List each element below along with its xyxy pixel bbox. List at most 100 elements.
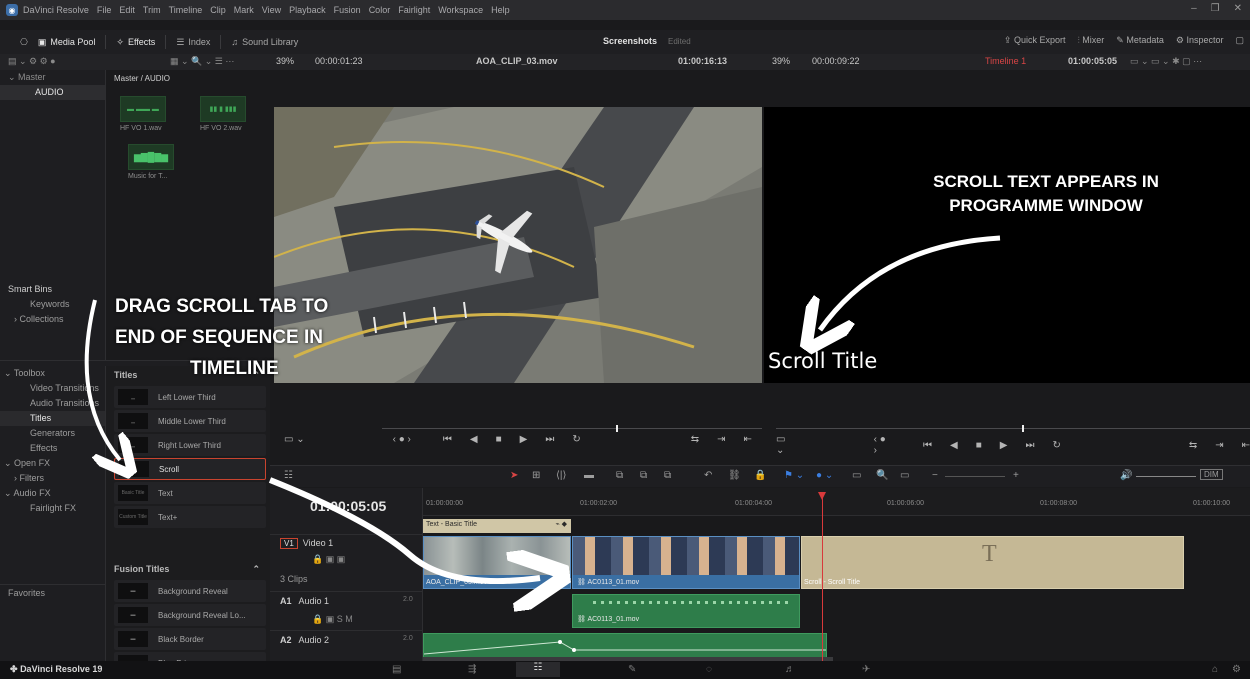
- dim-button[interactable]: DIM: [1200, 469, 1223, 480]
- toolbox-audio-transitions[interactable]: Audio Transitions: [0, 396, 105, 411]
- flag-icon[interactable]: ⚑ ⌄: [784, 470, 804, 481]
- playhead-marker[interactable]: [818, 492, 826, 500]
- open-fx-filters[interactable]: › Filters: [0, 471, 105, 486]
- media-pool-button[interactable]: ▣ Media Pool: [38, 37, 96, 48]
- effects-button[interactable]: ✧ Effects: [116, 37, 155, 48]
- loop-icon[interactable]: ↻: [1052, 440, 1060, 451]
- menu-mark[interactable]: Mark: [234, 5, 254, 15]
- play-icon[interactable]: ▶: [1000, 440, 1008, 451]
- video-clip-ac0113[interactable]: ⛓ AC0113_01.mov: [572, 536, 800, 589]
- blade-tool-icon[interactable]: ▬: [584, 470, 594, 481]
- title-left-lower-third[interactable]: ▁ Left Lower Third: [114, 386, 266, 408]
- audio-clip-music[interactable]: ▆▇█▇▆ Music for T...: [128, 144, 174, 180]
- viewer-mode-icon[interactable]: ▭ ⌄: [284, 434, 305, 445]
- jog-icon[interactable]: ‹ ● ›: [874, 434, 891, 456]
- a1-badge[interactable]: A1: [280, 596, 292, 606]
- open-fx-header[interactable]: ⌄ Open FX: [0, 456, 105, 471]
- fusion-background-reveal-lower[interactable]: ▬ Background Reveal Lo...: [114, 604, 266, 626]
- toolbox-effects[interactable]: Effects: [0, 441, 105, 456]
- v1-track-controls[interactable]: 🔒 ▣ ▣: [312, 554, 345, 565]
- v1-badge[interactable]: V1: [280, 538, 298, 549]
- match-frame-icon[interactable]: ⇆: [691, 434, 699, 445]
- timeline-ruler[interactable]: 01:00:00:00 01:00:02:00 01:00:04:00 01:0…: [423, 488, 1250, 516]
- go-to-start-icon[interactable]: ⏮: [923, 440, 932, 451]
- layout-icon[interactable]: ⎔: [20, 37, 28, 48]
- source-scrub-head[interactable]: [616, 425, 618, 432]
- play-reverse-icon[interactable]: ◀: [950, 440, 958, 451]
- timeline-view-options-icon[interactable]: ☷: [284, 470, 293, 481]
- settings-icon[interactable]: ⚙: [1232, 664, 1241, 675]
- speaker-icon[interactable]: 🔊: [1120, 470, 1132, 481]
- sound-library-button[interactable]: ♫ Sound Library: [231, 37, 298, 47]
- title-text[interactable]: Basic Title Text: [114, 482, 266, 504]
- source-scrubber[interactable]: [382, 425, 762, 432]
- zoom-custom-icon[interactable]: ▭: [900, 470, 909, 481]
- title-middle-lower-third[interactable]: ▁ Middle Lower Third: [114, 410, 266, 432]
- loop-icon[interactable]: ↻: [572, 434, 580, 445]
- deliver-page-icon[interactable]: ✈: [862, 664, 870, 675]
- match-frame-icon[interactable]: ⇆: [1189, 440, 1197, 451]
- audio-clip-hf-vo-2[interactable]: ▮▮ ▮ ▮▮▮ HF VO 2.wav: [200, 96, 246, 132]
- zoom-out-icon[interactable]: −: [932, 470, 938, 481]
- program-scrub-head[interactable]: [1022, 425, 1024, 432]
- menu-timeline[interactable]: Timeline: [169, 5, 203, 15]
- edit-page-icon[interactable]: ☷: [516, 662, 560, 677]
- go-to-end-icon[interactable]: ⏭: [545, 434, 554, 445]
- cut-page-icon[interactable]: ⇶: [468, 664, 476, 675]
- menu-app[interactable]: DaVinci Resolve: [23, 5, 89, 15]
- mark-out-icon[interactable]: ⇤: [744, 434, 752, 445]
- fusion-background-reveal[interactable]: ▬ Background Reveal: [114, 580, 266, 602]
- overwrite-clip-icon[interactable]: ⧉: [640, 470, 647, 481]
- fusion-page-icon[interactable]: ✎: [628, 664, 636, 675]
- mark-out-icon[interactable]: ⇤: [1242, 440, 1250, 451]
- toolbox-header[interactable]: ⌄ Toolbox: [0, 366, 105, 381]
- menu-clip[interactable]: Clip: [210, 5, 226, 15]
- minimize-icon[interactable]: –: [1191, 3, 1197, 14]
- zoom-in-icon[interactable]: +: [1013, 470, 1019, 481]
- media-page-icon[interactable]: ▤: [392, 664, 401, 675]
- quick-export-button[interactable]: ⇪ Quick Export: [1004, 35, 1066, 46]
- sidebar-master[interactable]: ⌄ Master: [0, 70, 105, 85]
- inspector-button[interactable]: ⚙ Inspector: [1176, 35, 1224, 46]
- mark-in-icon[interactable]: ⇥: [1215, 440, 1223, 451]
- play-reverse-icon[interactable]: ◀: [470, 434, 478, 445]
- mark-in-icon[interactable]: ⇥: [717, 434, 725, 445]
- jog-icon[interactable]: ‹ ● ›: [393, 434, 411, 445]
- program-zoom[interactable]: 39%: [772, 56, 790, 66]
- volume-slider[interactable]: [1136, 476, 1196, 477]
- maximize-icon[interactable]: ❐: [1211, 3, 1220, 14]
- program-viewer-frame[interactable]: Scroll Title: [764, 107, 1250, 383]
- source-zoom[interactable]: 39%: [276, 56, 294, 66]
- menu-file[interactable]: File: [97, 5, 112, 15]
- menu-trim[interactable]: Trim: [143, 5, 161, 15]
- replace-clip-icon[interactable]: ⧉: [664, 470, 671, 481]
- view-options-icon[interactable]: ▤ ⌄ ⚙ ⚙ ●: [8, 56, 56, 67]
- fairlight-page-icon[interactable]: ♬: [785, 664, 795, 675]
- source-clip-name[interactable]: AOA_CLIP_03.mov: [476, 56, 558, 66]
- snapping-icon[interactable]: ↶: [704, 470, 712, 481]
- toolbox-video-transitions[interactable]: Video Transitions: [0, 381, 105, 396]
- program-scrubber[interactable]: [776, 425, 1250, 432]
- panel-toggle-icon[interactable]: ▢: [1235, 35, 1244, 46]
- menu-help[interactable]: Help: [491, 5, 510, 15]
- smart-bin-collections[interactable]: › Collections: [0, 312, 106, 327]
- title-right-lower-third[interactable]: ▁ Right Lower Third: [114, 434, 266, 456]
- smart-bin-keywords[interactable]: Keywords: [0, 297, 106, 312]
- zoom-full-icon[interactable]: ▭: [852, 470, 861, 481]
- audio-clip-ac0113[interactable]: ⛓ AC0113_01.mov: [572, 594, 800, 628]
- fusion-titles-section-header[interactable]: Fusion Titles ⌃: [106, 560, 270, 578]
- audio-clip-a2[interactable]: [423, 633, 827, 659]
- title-scroll[interactable]: ≡ Scroll: [114, 458, 266, 480]
- close-icon[interactable]: ✕: [1234, 3, 1242, 14]
- source-viewer-frame[interactable]: [274, 107, 762, 383]
- favorites-header[interactable]: Favorites: [0, 586, 106, 601]
- timeline-name[interactable]: Timeline 1: [985, 56, 1026, 66]
- fairlight-fx[interactable]: Fairlight FX: [0, 501, 105, 516]
- smart-bins-header[interactable]: Smart Bins: [0, 282, 106, 297]
- trim-tool-icon[interactable]: ⊞: [532, 470, 540, 481]
- linked-selection-icon[interactable]: ⛓: [728, 470, 741, 481]
- menu-color[interactable]: Color: [369, 5, 391, 15]
- bin-view-icons[interactable]: ▦ ⌄ 🔍 ⌄ ☰ ⋯: [170, 56, 234, 67]
- menu-fairlight[interactable]: Fairlight: [398, 5, 430, 15]
- selection-tool-icon[interactable]: ➤: [510, 470, 518, 481]
